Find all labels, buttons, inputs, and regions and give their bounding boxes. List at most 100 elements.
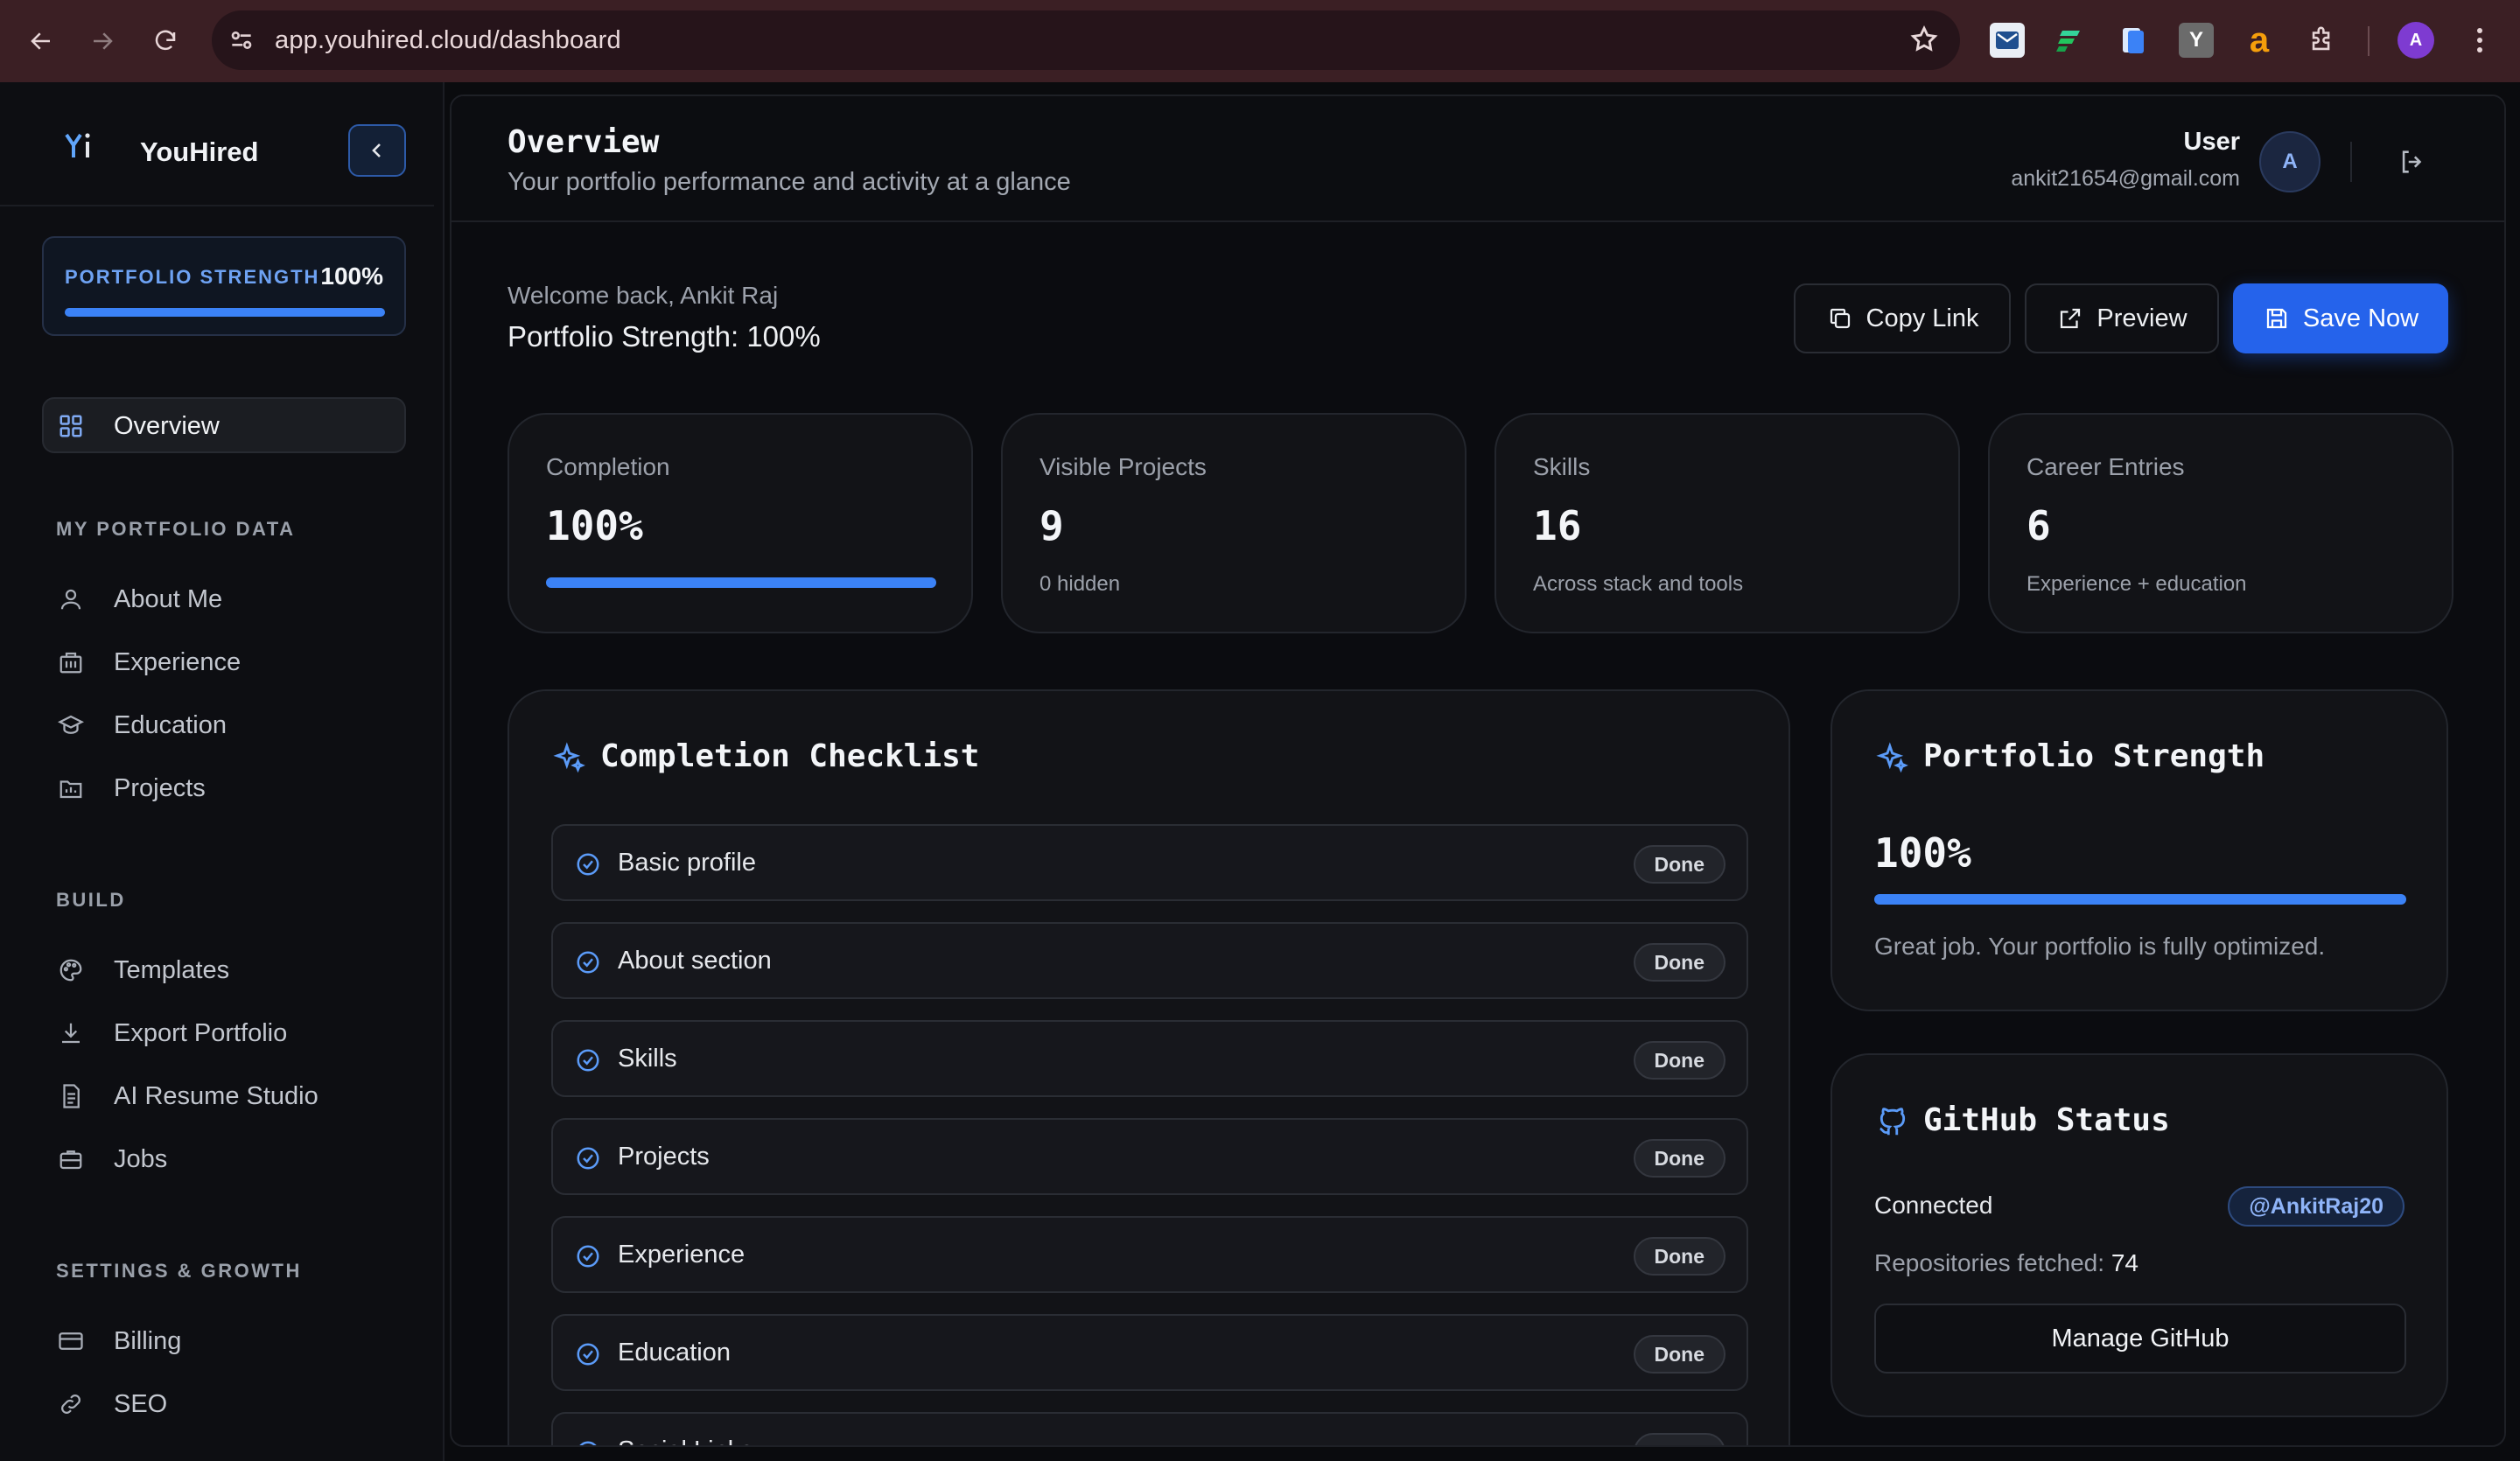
sidebar-item-label: Templates	[114, 955, 230, 984]
site-settings-icon[interactable]	[228, 26, 257, 56]
sidebar-item-label: Projects	[114, 773, 206, 802]
copy-link-button[interactable]: Copy Link	[1794, 283, 2011, 353]
checklist-item-label: Education	[618, 1339, 731, 1367]
flag-extension-icon[interactable]	[2053, 23, 2088, 58]
y-extension-icon[interactable]: Y	[2179, 23, 2214, 58]
checklist-item[interactable]: Basic profile Done	[551, 824, 1748, 901]
sidebar-strength-bar	[65, 308, 385, 317]
brand[interactable]: YouHired	[65, 131, 259, 167]
sidebar-strength-card: PORTFOLIO STRENGTH 100%	[42, 236, 406, 336]
status-badge: Done	[1633, 1237, 1726, 1276]
sidebar-item-ai-resume-studio[interactable]: AI Resume Studio	[56, 1074, 318, 1118]
forward-arrow-icon[interactable]	[84, 23, 121, 59]
checklist-item-label: Skills	[618, 1045, 677, 1073]
url-text: app.youhired.cloud/dashboard	[275, 25, 621, 54]
save-now-button[interactable]: Save Now	[2233, 283, 2448, 353]
checklist-item[interactable]: Education Done	[551, 1314, 1748, 1391]
download-icon	[56, 1018, 86, 1048]
check-circle-icon	[574, 948, 602, 976]
profile-avatar[interactable]: A	[2398, 22, 2434, 59]
copy-link-label: Copy Link	[1866, 304, 1979, 332]
sidebar-item-label: Export Portfolio	[114, 1018, 288, 1047]
check-circle-icon	[574, 1046, 602, 1074]
stat-subtext: Across stack and tools	[1533, 572, 1744, 596]
sidebar-item-seo[interactable]: SEO	[56, 1382, 167, 1426]
file-text-icon	[56, 1081, 86, 1111]
manage-github-button[interactable]: Manage GitHub	[1874, 1304, 2406, 1374]
folder-icon	[56, 773, 86, 803]
check-circle-icon	[574, 1144, 602, 1172]
section-heading-portfolio-data: MY PORTFOLIO DATA	[56, 518, 296, 540]
stat-value: 9	[1040, 502, 1064, 549]
external-link-icon	[2056, 304, 2084, 332]
preview-button[interactable]: Preview	[2025, 283, 2219, 353]
sidebar-strength-value: 100%	[320, 262, 383, 290]
user-name: User	[2183, 128, 2241, 156]
checklist-item[interactable]: Projects Done	[551, 1118, 1748, 1195]
checklist-item[interactable]: Skills Done	[551, 1020, 1748, 1097]
back-arrow-icon[interactable]	[23, 23, 60, 59]
sidebar-item-education[interactable]: Education	[56, 703, 227, 747]
sparkles-icon	[551, 740, 588, 777]
sidebar-item-export-portfolio[interactable]: Export Portfolio	[56, 1011, 287, 1055]
checklist-item[interactable]: About section Done	[551, 922, 1748, 999]
sidebar-strength-label: PORTFOLIO STRENGTH	[65, 266, 320, 288]
address-bar[interactable]: app.youhired.cloud/dashboard	[212, 10, 1960, 70]
check-circle-icon	[574, 1438, 602, 1445]
github-status-title: GitHub Status	[1923, 1102, 2170, 1138]
portfolio-strength-fill	[1874, 894, 2406, 905]
bookmark-star-icon[interactable]	[1909, 24, 1941, 56]
collapse-sidebar-button[interactable]	[348, 124, 406, 177]
toolbar-divider	[2368, 26, 2370, 56]
sidebar-item-templates[interactable]: Templates	[56, 948, 229, 992]
completion-progress-bar	[546, 577, 936, 588]
section-heading-settings-growth: SETTINGS & GROWTH	[56, 1260, 302, 1282]
portfolio-strength-bar	[1874, 894, 2406, 905]
sidebar-item-label: Overview	[114, 411, 220, 440]
more-menu-icon[interactable]	[2462, 23, 2497, 58]
repos-label: Repositories fetched:	[1874, 1249, 2105, 1276]
logout-icon[interactable]	[2394, 143, 2431, 180]
extensions-puzzle-icon[interactable]	[2305, 23, 2340, 58]
status-badge: Done	[1633, 943, 1726, 982]
sidebar-item-about-me[interactable]: About Me	[56, 577, 222, 621]
sidebar-item-overview[interactable]: Overview	[42, 397, 406, 453]
user-email: ankit21654@gmail.com	[2011, 166, 2240, 191]
status-badge: Done	[1633, 1433, 1726, 1445]
sparkles-icon	[1874, 740, 1911, 777]
checklist-item[interactable]: Social Links Done	[551, 1412, 1748, 1445]
reload-icon[interactable]	[147, 23, 184, 59]
main-panel: Overview Your portfolio performance and …	[450, 94, 2506, 1447]
brand-logo-icon	[65, 133, 90, 157]
sidebar-item-billing[interactable]: Billing	[56, 1319, 181, 1363]
portfolio-strength-title: Portfolio Strength	[1923, 738, 2265, 774]
save-now-label: Save Now	[2302, 304, 2419, 332]
stat-value: 16	[1533, 502, 1582, 549]
stat-card-career-entries: Career Entries 6 Experience + education	[1988, 413, 2454, 633]
checklist-item-label: Experience	[618, 1241, 746, 1269]
sidebar-item-label: Jobs	[114, 1144, 168, 1173]
graduation-cap-icon	[56, 710, 86, 740]
portfolio-strength-message: Great job. Your portfolio is fully optim…	[1874, 933, 2326, 960]
sidebar-item-jobs[interactable]: Jobs	[56, 1137, 167, 1181]
user-avatar[interactable]: A	[2259, 131, 2320, 192]
stat-card-completion: Completion 100%	[508, 413, 973, 633]
check-circle-icon	[574, 1340, 602, 1368]
stat-value: 6	[2026, 502, 2051, 549]
portfolio-strength-value: 100%	[1874, 829, 1971, 877]
preview-label: Preview	[2096, 304, 2188, 332]
stat-card-skills: Skills 16 Across stack and tools	[1494, 413, 1960, 633]
amazon-extension-icon[interactable]: a	[2242, 21, 2277, 59]
checklist-item[interactable]: Experience Done	[551, 1216, 1748, 1293]
profile-initial: A	[2409, 30, 2423, 50]
stat-subtext: 0 hidden	[1040, 572, 1121, 596]
brand-name: YouHired	[140, 136, 259, 167]
github-username-badge[interactable]: @AnkitRaj20	[2228, 1186, 2404, 1227]
mail-extension-icon[interactable]	[1990, 23, 2025, 58]
sidebar-item-projects[interactable]: Projects	[56, 766, 206, 810]
avatar-initial: A	[2282, 150, 2298, 173]
sidebar-item-experience[interactable]: Experience	[56, 640, 241, 684]
check-circle-icon	[574, 1242, 602, 1270]
sidebar-item-label: Experience	[114, 647, 242, 676]
document-extension-icon[interactable]	[2116, 23, 2151, 58]
